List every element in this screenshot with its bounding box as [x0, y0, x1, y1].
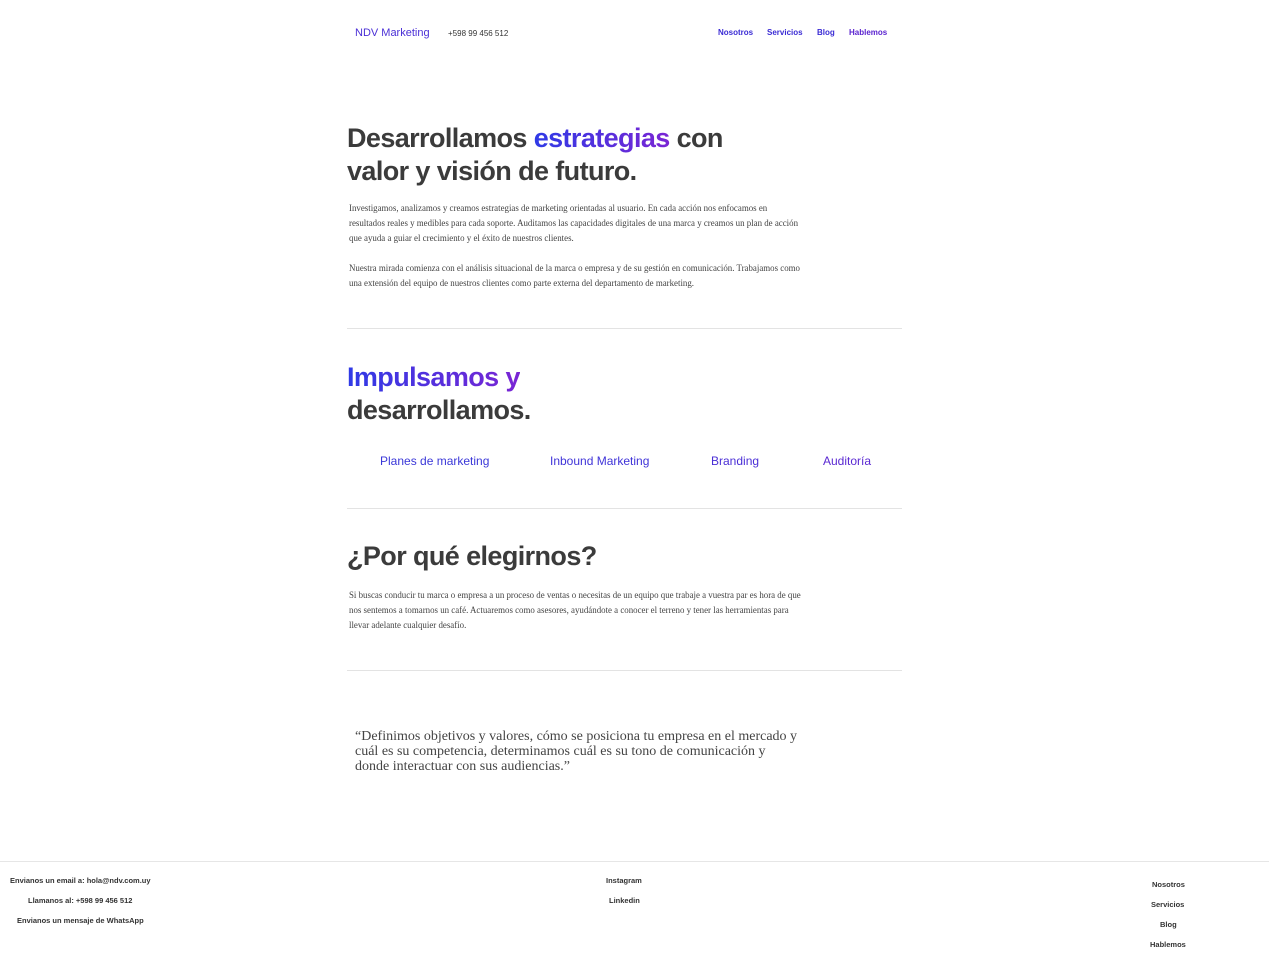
divider	[347, 670, 902, 671]
hero-title-highlight: estrategias	[533, 123, 671, 153]
footer-linkedin-link[interactable]: Linkedin	[609, 896, 640, 905]
divider	[347, 328, 902, 329]
nav-nosotros[interactable]: Nosotros	[718, 28, 753, 37]
footer-nav-hablemos[interactable]: Hablemos	[1150, 940, 1186, 949]
nav-servicios[interactable]: Servicios	[767, 28, 803, 37]
footer-nav-servicios[interactable]: Servicios	[1151, 900, 1184, 909]
hero-title-part1: Desarrollamos	[347, 123, 534, 153]
footer-nav-nosotros[interactable]: Nosotros	[1152, 880, 1185, 889]
service-auditoria[interactable]: Auditoría	[823, 454, 871, 468]
footer-divider	[0, 861, 1269, 862]
services-title-highlight: Impulsamos y	[347, 362, 520, 392]
header-phone: +598 99 456 512	[448, 29, 509, 38]
hero-title: Desarrollamos estrategias con valor y vi…	[347, 122, 767, 188]
nav-blog[interactable]: Blog	[817, 28, 835, 37]
service-branding[interactable]: Branding	[711, 454, 759, 468]
hero-paragraph-2: Nuestra mirada comienza con el análisis …	[349, 263, 800, 288]
footer-instagram-link[interactable]: Instagram	[606, 876, 642, 885]
hero-paragraph-1: Investigamos, analizamos y creamos estra…	[349, 203, 799, 243]
quote-text: “Definimos objetivos y valores, cómo se …	[355, 729, 798, 774]
footer-whatsapp-link[interactable]: Envianos un mensaje de WhatsApp	[17, 916, 144, 925]
why-title: ¿Por qué elegirnos?	[347, 541, 597, 571]
why-paragraph: Si buscas conducir tu marca o empresa a …	[349, 590, 801, 630]
footer-email-link[interactable]: Envianos un email a: hola@ndv.com.uy	[10, 876, 151, 885]
footer-phone-link[interactable]: Llamanos al: +598 99 456 512	[28, 896, 132, 905]
footer-nav-blog[interactable]: Blog	[1160, 920, 1177, 929]
service-planes-de-marketing[interactable]: Planes de marketing	[380, 454, 489, 468]
nav-hablemos[interactable]: Hablemos	[849, 28, 887, 37]
service-inbound-marketing[interactable]: Inbound Marketing	[550, 454, 649, 468]
services-title: Impulsamos y desarrollamos.	[347, 361, 607, 427]
brand-link[interactable]: NDV Marketing	[355, 27, 430, 39]
services-title-rest: desarrollamos.	[347, 395, 531, 425]
divider	[347, 508, 902, 509]
